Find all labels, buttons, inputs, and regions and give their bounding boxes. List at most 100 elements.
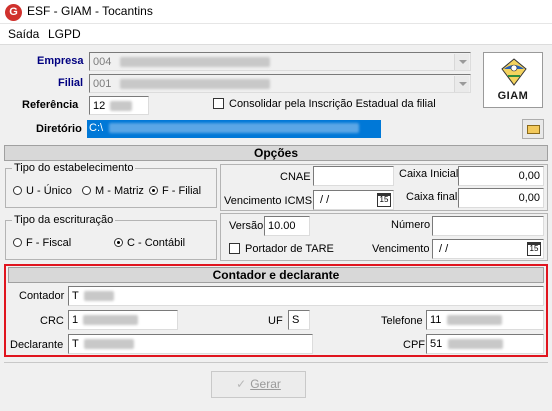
calendar-icon[interactable]: 15 [527,242,541,256]
declarante-input[interactable]: T [68,334,313,354]
radio-dot[interactable] [82,186,91,195]
cnae-input[interactable] [313,166,394,186]
redacted-text [120,57,271,68]
empresa-select[interactable]: 004 [89,52,471,71]
portador-tare-checkbox[interactable]: Portador de TARE [229,243,334,255]
versao-label: Versão [229,220,264,232]
folder-open-icon [527,125,540,134]
diretorio-selection: C:\ [87,120,381,138]
logo-text: GIAM [497,90,529,102]
contador-header: Contador e declarante [8,267,544,283]
filial-select[interactable]: 001 [89,74,471,93]
app-g-icon: G [5,4,22,21]
cpf-input[interactable]: 51 [426,334,544,354]
gerar-button[interactable]: ✓ Gerar [211,371,306,398]
radio-filial-label: F - Filial [162,185,202,197]
vencimento-icms-label: Vencimento ICMS [224,195,313,207]
giam-logo: GIAM [483,52,543,108]
declarante-value: T [72,338,79,350]
referencia-input[interactable]: 12 [89,96,149,115]
filial-label: Filial [58,77,84,89]
declarante-label: Declarante [10,339,64,351]
cpf-value: 51 [430,338,443,350]
filial-value: 001 [93,78,112,90]
radio-fiscal-label: F - Fiscal [26,237,72,249]
crc-input[interactable]: 1 [68,310,178,330]
tipo-estabelecimento-group: Tipo do estabelecimento U - Único M - Ma… [5,162,217,208]
diretorio-input[interactable]: C:\ [87,120,514,138]
tocantins-emblem-icon [501,58,527,86]
telefone-value: 11 [430,314,442,326]
contador-label: Contador [19,290,65,302]
numero-input[interactable] [432,216,544,236]
vencimento-label: Vencimento [372,243,430,255]
radio-fiscal[interactable]: F - Fiscal [13,237,71,249]
bottom-divider [4,362,548,363]
redacted-text [447,315,503,326]
calendar-day: 15 [379,195,389,204]
referencia-label: Referência [22,99,79,111]
radio-filial[interactable]: F - Filial [149,185,201,197]
uf-label: UF [268,315,283,327]
redacted-text [83,291,114,302]
empresa-label: Empresa [37,55,84,67]
radio-contabil[interactable]: C - Contábil [114,237,185,249]
caixa-final-input[interactable]: 0,00 [458,188,544,208]
redacted-text [110,101,133,112]
radio-contabil-label: C - Contábil [127,237,186,249]
tipo-escrituracao-group: Tipo da escrituração F - Fiscal C - Cont… [5,214,217,260]
radio-matriz-label: M - Matriz [95,185,144,197]
radio-dot[interactable] [13,238,22,247]
telefone-input[interactable]: 11 [426,310,544,330]
radio-dot[interactable] [13,186,22,195]
diretorio-label: Diretório [36,123,82,135]
tipo-escrituracao-title: Tipo da escrituração [12,214,116,226]
numero-label: Número [391,219,431,231]
caixa-inicial-label: Caixa Inicial [399,168,459,180]
crc-value: 1 [72,314,79,326]
vencimento-value: / / [439,243,449,255]
diretorio-value: C:\ [89,122,104,134]
consolidar-label: Consolidar pela Inscrição Estadual da fi… [229,98,436,110]
uf-input[interactable]: S [288,310,310,330]
contador-input[interactable]: T [68,286,544,306]
calendar-day: 15 [529,244,539,253]
consolidar-checkbox[interactable]: Consolidar pela Inscrição Estadual da fi… [213,98,436,110]
radio-unico[interactable]: U - Único [13,185,72,197]
checkbox-box[interactable] [213,98,224,109]
title-bar: G ESF - GIAM - Tocantins [0,0,552,24]
contador-value: T [72,290,79,302]
crc-label: CRC [40,315,64,327]
versao-input[interactable]: 10.00 [264,216,310,236]
redacted-text [109,123,360,134]
redacted-text [83,339,134,350]
cpf-label: CPF [403,339,425,351]
radio-matriz[interactable]: M - Matriz [82,185,144,197]
menu-bar: Saída LGPD [0,24,552,45]
vencimento-input[interactable]: / / 15 [432,239,544,259]
empresa-value: 004 [93,56,112,68]
telefone-label: Telefone [381,315,423,327]
radio-dot-selected[interactable] [114,238,123,247]
vencimento-icms-input[interactable]: / / 15 [313,190,394,210]
opcoes-header: Opções [4,145,548,161]
redacted-text [83,315,139,326]
menu-item-saida[interactable]: Saída [8,27,39,41]
caixa-inicial-input[interactable]: 0,00 [458,166,544,186]
portador-tare-label: Portador de TARE [245,243,334,255]
redacted-text [448,339,504,350]
checkbox-box[interactable] [229,243,240,254]
chevron-down-icon[interactable] [454,54,469,70]
redacted-text [120,79,271,90]
cnae-label: CNAE [280,171,311,183]
tipo-estabelecimento-title: Tipo do estabelecimento [12,162,136,174]
calendar-icon[interactable]: 15 [377,193,391,207]
menu-item-lgpd[interactable]: LGPD [48,27,81,41]
radio-dot-selected[interactable] [149,186,158,195]
folder-open-button[interactable] [522,119,544,139]
window-title: ESF - GIAM - Tocantins [27,4,153,18]
caixa-final-label: Caixa final [406,191,458,203]
check-icon: ✓ [236,377,247,391]
referencia-value: 12 [93,100,106,112]
chevron-down-icon[interactable] [454,76,469,92]
